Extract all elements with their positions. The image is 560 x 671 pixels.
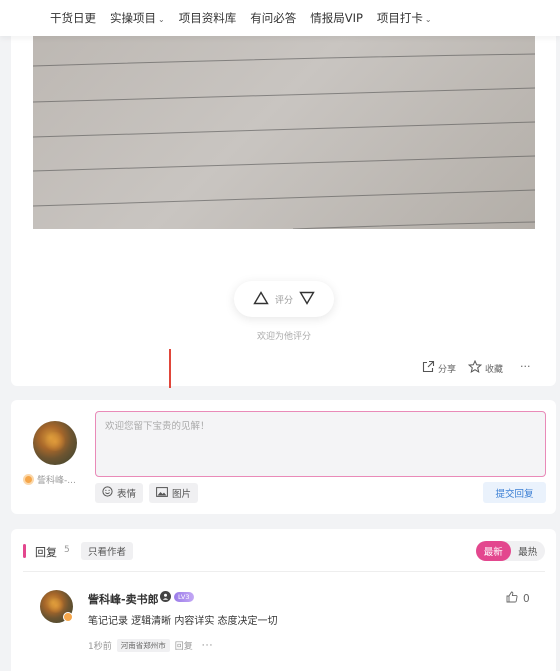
favorite-label: 收藏 (485, 364, 504, 375)
replies-count: 5 (64, 545, 70, 555)
nav-item-label: 实操项目 (110, 11, 156, 25)
comment-placeholder: 欢迎您留下宝贵的见解！ (105, 421, 210, 432)
nav-item-qa[interactable]: 有问必答 (250, 10, 296, 26)
thumbs-up-icon (506, 591, 518, 606)
chevron-down-icon: ⌄ (158, 15, 165, 24)
smiley-icon (102, 486, 113, 500)
sort-hottest-button[interactable]: 最热 (511, 541, 546, 561)
share-button[interactable]: 分享 (422, 360, 456, 376)
only-author-button[interactable]: 只看作者 (81, 542, 134, 560)
replies-title: 回复 (35, 546, 57, 559)
like-count: 0 (523, 592, 530, 605)
comment-meta: 1秒前 河南省郑州市 回复 ··· (88, 639, 213, 652)
image-button[interactable]: 图片 (149, 483, 199, 503)
emoji-label: 表情 (117, 489, 137, 500)
compose-user-name: 訾科峰-... (37, 476, 76, 486)
upvote-triangle-icon[interactable] (253, 290, 269, 308)
nav-item-label: 项目打卡 (376, 11, 423, 25)
nav-item-label: 项目资料库 (178, 11, 237, 25)
like-button[interactable]: 0 (506, 591, 530, 606)
text-cursor (169, 349, 171, 388)
rating-label: 评分 (274, 295, 293, 306)
compose-user: 訾科峰-... (23, 473, 89, 486)
star-icon (467, 359, 483, 376)
section-accent-bar (23, 544, 26, 558)
post-image (33, 36, 535, 229)
nav-item-vip[interactable]: 情报局VIP (310, 10, 363, 26)
image-icon (156, 486, 168, 500)
submit-label: 提交回复 (495, 488, 534, 500)
more-options-button[interactable]: ··· (520, 360, 531, 373)
nav-item-library[interactable]: 项目资料库 (179, 10, 237, 26)
chevron-down-icon: ⌄ (424, 15, 432, 24)
nav-item-label: 有问必答 (250, 11, 297, 25)
comment-more-button[interactable]: ··· (202, 641, 214, 651)
comment-reply-button[interactable]: 回复 (175, 639, 193, 652)
nav-item-label: 干货日更 (50, 11, 96, 25)
submit-reply-button[interactable]: 提交回复 (483, 482, 546, 503)
level-icon (23, 474, 34, 485)
share-icon (422, 360, 435, 376)
emoji-button[interactable]: 表情 (95, 483, 144, 503)
top-nav: 干货日更 实操项目 ⌄ 项目资料库 有问必答 情报局VIP 项目打卡 ⌄ (0, 0, 560, 36)
more-icon: ··· (520, 360, 531, 373)
level-badge-label: LV3 (178, 593, 190, 601)
avatar[interactable] (33, 421, 77, 465)
sort-newest-button[interactable]: 最新 (476, 541, 511, 561)
nav-item-projects[interactable]: 实操项目 ⌄ (110, 10, 165, 26)
sort-hottest-label: 最热 (518, 547, 538, 558)
level-badge: LV3 (174, 592, 194, 602)
comment-location: 河南省郑州市 (116, 639, 170, 652)
comment-time: 1秒前 (88, 642, 112, 652)
nav-item-checkin[interactable]: 项目打卡 ⌄ (377, 10, 432, 26)
user-verified-icon (160, 591, 171, 602)
only-author-label: 只看作者 (88, 547, 127, 558)
comment-input[interactable]: 欢迎您留下宝贵的见解！ (95, 411, 546, 477)
share-label: 分享 (438, 364, 457, 375)
level-icon (63, 612, 73, 622)
nav-item-daily[interactable]: 干货日更 (50, 10, 96, 26)
sort-newest-label: 最新 (483, 547, 503, 558)
downvote-triangle-icon[interactable] (299, 291, 315, 308)
comment-author[interactable]: 訾科峰-卖书郎 (88, 591, 159, 607)
rating-hint: 欢迎为他评分 (256, 332, 311, 342)
image-label: 图片 (172, 489, 192, 500)
rating-control: 评分 (234, 281, 334, 317)
lined-paper-image (33, 53, 535, 229)
nav-item-label: 情报局VIP (310, 11, 363, 25)
divider (23, 571, 545, 572)
comment-text: 笔记记录 逻辑清晰 内容详实 态度决定一切 (88, 616, 278, 627)
sort-toggle: 最新 最热 (476, 541, 545, 561)
favorite-button[interactable]: 收藏 (467, 359, 504, 376)
